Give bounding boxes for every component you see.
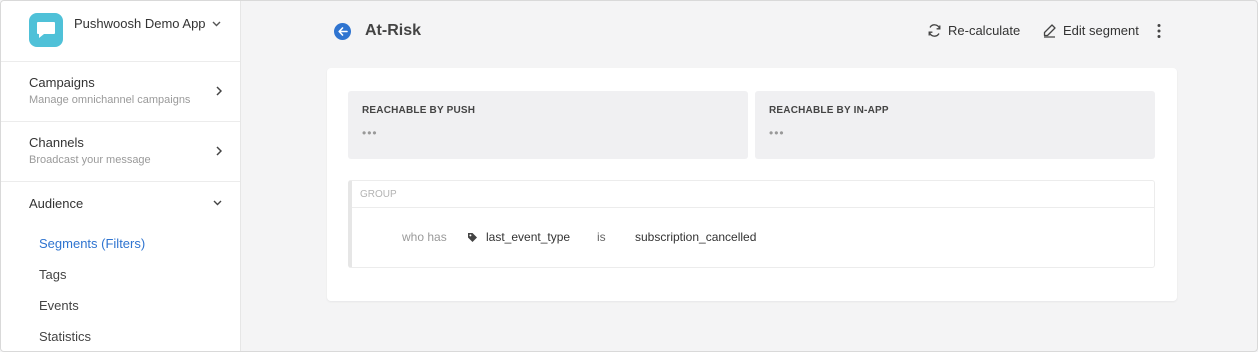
page-title: At-Risk [365, 22, 422, 39]
app-window: Pushwoosh Demo App Campaigns Manage omni… [0, 0, 1258, 352]
stat-reachable-push: REACHABLE BY PUSH ••• [348, 91, 748, 159]
nav-campaigns[interactable]: Campaigns Manage omnichannel campaigns [1, 62, 240, 122]
group-label: GROUP [352, 181, 1154, 208]
sidebar-item-tags[interactable]: Tags [1, 259, 240, 290]
app-logo [29, 13, 63, 47]
nav-audience[interactable]: Audience [1, 182, 240, 226]
rule-prefix: who has [402, 230, 447, 244]
nav-channels-title: Channels [29, 135, 84, 150]
edit-segment-button[interactable]: Edit segment [1042, 23, 1139, 38]
rule-operator: is [597, 230, 606, 244]
app-name-label: Pushwoosh Demo App [74, 16, 206, 31]
recalculate-label: Re-calculate [948, 23, 1021, 38]
sidebar-item-segments[interactable]: Segments (Filters) [1, 228, 240, 259]
app-switcher[interactable]: Pushwoosh Demo App [1, 1, 240, 62]
chevron-down-icon [213, 200, 222, 206]
pencil-icon [1042, 23, 1057, 38]
sidebar-item-events[interactable]: Events [1, 290, 240, 321]
nav-channels[interactable]: Channels Broadcast your message [1, 122, 240, 182]
nav-campaigns-subtitle: Manage omnichannel campaigns [29, 94, 191, 106]
nav-audience-title: Audience [29, 196, 84, 211]
back-arrow-icon [337, 27, 348, 36]
stat-label: REACHABLE BY IN-APP [769, 105, 889, 116]
stat-reachable-inapp: REACHABLE BY IN-APP ••• [755, 91, 1155, 159]
chevron-right-icon [216, 146, 222, 156]
recalculate-button[interactable]: Re-calculate [927, 23, 1020, 38]
chevron-down-icon [212, 21, 221, 27]
sidebar: Pushwoosh Demo App Campaigns Manage omni… [1, 1, 241, 351]
edit-segment-label: Edit segment [1063, 23, 1139, 38]
more-vertical-icon[interactable] [1157, 23, 1161, 39]
rule-attribute: last_event_type [486, 230, 571, 244]
audience-submenu: Segments (Filters) Tags Events Statistic… [1, 228, 240, 351]
rule-value: subscription_cancelled [635, 230, 757, 244]
filter-rule: who has last_event_type is subscription_… [352, 208, 1154, 268]
nav-campaigns-title: Campaigns [29, 75, 95, 90]
page-header: At-Risk Re-calculate Edit segment [241, 1, 1257, 63]
chevron-right-icon [216, 86, 222, 96]
refresh-icon [927, 23, 942, 38]
stat-value: ••• [362, 126, 378, 140]
segment-card: REACHABLE BY PUSH ••• REACHABLE BY IN-AP… [327, 68, 1177, 301]
back-button[interactable] [334, 23, 351, 40]
app-name: Pushwoosh Demo App [74, 16, 221, 31]
stat-label: REACHABLE BY PUSH [362, 105, 476, 116]
stat-value: ••• [769, 126, 785, 140]
filter-group: GROUP who has last_event_type is subscri… [348, 180, 1155, 268]
nav-channels-subtitle: Broadcast your message [29, 154, 151, 166]
chat-bubble-icon [37, 22, 55, 38]
tag-icon [467, 232, 478, 243]
sidebar-item-statistics[interactable]: Statistics [1, 321, 240, 351]
